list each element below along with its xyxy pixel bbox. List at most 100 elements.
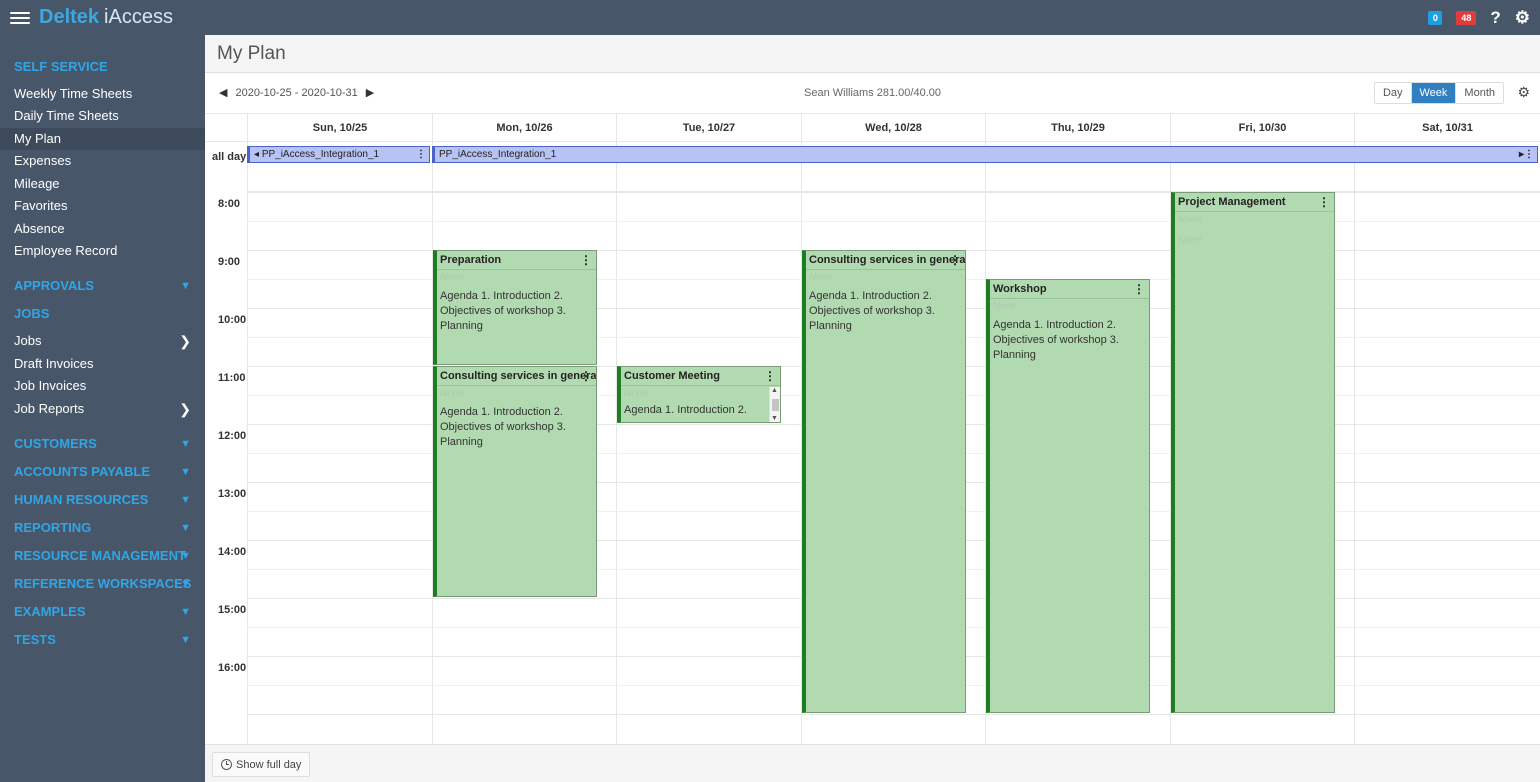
- chevron-down-icon: ▼: [180, 438, 191, 450]
- day-header-sun: Sun, 10/25: [247, 113, 432, 142]
- sidebar-item-mileage[interactable]: Mileage: [0, 173, 205, 195]
- section-human-resources[interactable]: HUMAN RESOURCES ▼: [0, 490, 205, 510]
- event-menu-icon[interactable]: ⋮: [1318, 195, 1330, 209]
- all-day-event[interactable]: ◂ PP_iAccess_Integration_1 ⋮: [247, 146, 430, 163]
- event-menu-icon[interactable]: ⋮: [949, 253, 961, 267]
- calendar-settings-gear-icon[interactable]: ⚙: [1517, 84, 1530, 101]
- continues-left-icon: ◂: [254, 149, 260, 160]
- clock-icon: [221, 759, 232, 770]
- event-scrollbar[interactable]: ▲ ▼: [769, 387, 780, 422]
- sidebar-item-label: Jobs: [14, 333, 42, 348]
- event-description: Agenda 1. Introduction 2. Objectives of …: [440, 290, 566, 332]
- hour-label-9: 9:00: [218, 256, 241, 268]
- section-reference-workspaces[interactable]: REFERENCE WORKSPACES ▼: [0, 574, 205, 594]
- sidebar-item-absence[interactable]: Absence: [0, 218, 205, 240]
- event-menu-icon[interactable]: ⋮: [416, 147, 426, 162]
- section-jobs[interactable]: JOBS: [0, 304, 205, 324]
- event-menu-icon[interactable]: ⋮: [580, 369, 592, 383]
- user-hours-summary: Sean Williams 281.00/40.00: [804, 87, 941, 99]
- calendar-toolbar: ◀ 2020-10-25 - 2020-10-31 ▶ Sean William…: [205, 73, 1540, 113]
- hour-label-11: 11:00: [218, 372, 246, 384]
- event-menu-icon[interactable]: ⋮: [580, 253, 592, 267]
- hamburger-menu-icon[interactable]: [10, 10, 30, 26]
- event-menu-icon[interactable]: ▸⋮: [1519, 147, 1534, 162]
- view-switcher: Day Week Month: [1373, 82, 1504, 104]
- event-project-management[interactable]: Project Management ⋮ None None: [1171, 192, 1335, 713]
- event-description: Agenda 1. Introduction 2. Objectives of …: [809, 290, 935, 332]
- section-tests[interactable]: TESTS ▼: [0, 630, 205, 650]
- event-title: Preparation: [437, 251, 596, 270]
- day-header-tue: Tue, 10/27: [616, 113, 801, 142]
- event-consulting-services[interactable]: Consulting services in general ⋮ None Ag…: [433, 366, 597, 597]
- chevron-down-icon: ▼: [180, 522, 191, 534]
- section-self-service[interactable]: SELF SERVICE: [0, 57, 205, 77]
- scroll-up-icon[interactable]: ▲: [771, 387, 778, 394]
- sidebar-item-label: Job Reports: [14, 401, 85, 416]
- event-customer-meeting[interactable]: Customer Meeting ⋮ None Agenda 1. Introd…: [617, 366, 781, 423]
- event-description: Agenda 1. Introduction 2. Objectives of …: [993, 319, 1119, 361]
- previous-week-arrow-icon[interactable]: ◀: [219, 86, 227, 99]
- date-range: 2020-10-25 - 2020-10-31: [235, 86, 358, 99]
- view-week-button[interactable]: Week: [1410, 83, 1456, 103]
- event-title: Consulting services in general: [806, 251, 965, 270]
- show-full-day-button[interactable]: Show full day: [212, 752, 311, 777]
- event-subtitle: None: [809, 272, 833, 283]
- day-header-mon: Mon, 10/26: [432, 113, 616, 142]
- sidebar-item-my-plan[interactable]: My Plan: [0, 128, 205, 150]
- event-workshop[interactable]: Workshop ⋮ None Agenda 1. Introduction 2…: [986, 279, 1150, 713]
- calendar-footer: Show full day: [205, 744, 1540, 782]
- sidebar-item-favorites[interactable]: Favorites: [0, 195, 205, 217]
- event-subtitle: None: [440, 388, 464, 399]
- brand-light: iAccess: [104, 6, 173, 28]
- section-examples[interactable]: EXAMPLES ▼: [0, 602, 205, 622]
- sidebar-item-job-invoices[interactable]: Job Invoices: [0, 375, 205, 397]
- hour-label-13: 13:00: [218, 488, 247, 500]
- all-day-event[interactable]: PP_iAccess_Integration_1 ▸⋮: [432, 146, 1538, 163]
- day-header-wed: Wed, 10/28: [801, 113, 985, 142]
- page-title: My Plan: [217, 43, 286, 64]
- event-consulting-services-wed[interactable]: Consulting services in general ⋮ None Ag…: [802, 250, 966, 713]
- all-day-event-title: PP_iAccess_Integration_1: [261, 149, 380, 160]
- section-resource-management[interactable]: RESOURCE MANAGEMENT ▼: [0, 546, 205, 566]
- chevron-down-icon: ▼: [180, 466, 191, 478]
- main-content: My Plan ◀ 2020-10-25 - 2020-10-31 ▶ Sean…: [205, 35, 1540, 782]
- event-description: Agenda 1. Introduction 2.: [624, 404, 747, 416]
- event-preparation[interactable]: Preparation ⋮ None Agenda 1. Introductio…: [433, 250, 597, 365]
- chevron-down-icon: ▼: [180, 634, 191, 646]
- hour-label-8: 8:00: [218, 198, 241, 210]
- week-grid: Sun, 10/25 Mon, 10/26 Tue, 10/27 Wed, 10…: [205, 113, 1540, 744]
- section-customers[interactable]: CUSTOMERS ▼: [0, 434, 205, 454]
- view-day-button[interactable]: Day: [1374, 83, 1411, 103]
- chevron-down-icon: ▼: [180, 494, 191, 506]
- section-reporting[interactable]: REPORTING ▼: [0, 518, 205, 538]
- notification-badge[interactable]: 0: [1428, 10, 1443, 25]
- view-month-button[interactable]: Month: [1455, 83, 1503, 103]
- event-menu-icon[interactable]: ⋮: [1133, 282, 1145, 296]
- next-week-arrow-icon[interactable]: ▶: [366, 86, 374, 99]
- chevron-down-icon: ▼: [180, 550, 191, 562]
- sidebar-item-expenses[interactable]: Expenses: [0, 150, 205, 172]
- settings-gear-icon[interactable]: ⚙: [1515, 8, 1530, 28]
- sidebar-item-job-reports[interactable]: Job Reports ❯: [0, 398, 205, 420]
- event-menu-icon[interactable]: ⋮: [764, 369, 776, 383]
- section-accounts-payable[interactable]: ACCOUNTS PAYABLE ▼: [0, 462, 205, 482]
- event-description: Agenda 1. Introduction 2. Objectives of …: [440, 406, 566, 448]
- sidebar-item-draft-invoices[interactable]: Draft Invoices: [0, 353, 205, 375]
- sidebar-item-weekly-time-sheets[interactable]: Weekly Time Sheets: [0, 83, 205, 105]
- brand-logo[interactable]: Deltek iAccess: [39, 6, 173, 29]
- chevron-down-icon: ▼: [180, 606, 191, 618]
- brand-bold: Deltek: [39, 6, 100, 28]
- section-approvals[interactable]: APPROVALS ▼: [0, 276, 205, 296]
- sidebar-item-employee-record[interactable]: Employee Record: [0, 240, 205, 262]
- help-icon[interactable]: ?: [1490, 8, 1500, 28]
- event-subtitle: None: [624, 388, 648, 399]
- sidebar-item-jobs[interactable]: Jobs ❯: [0, 330, 205, 352]
- alert-badge[interactable]: 48: [1456, 10, 1477, 25]
- sidebar-item-daily-time-sheets[interactable]: Daily Time Sheets: [0, 105, 205, 127]
- hour-label-12: 12:00: [218, 430, 247, 442]
- event-title: Consulting services in general: [437, 367, 596, 386]
- scroll-down-icon[interactable]: ▼: [771, 415, 778, 422]
- event-subtitle: None: [440, 272, 464, 283]
- chevron-down-icon: ▼: [180, 578, 191, 590]
- day-header-fri: Fri, 10/30: [1170, 113, 1354, 142]
